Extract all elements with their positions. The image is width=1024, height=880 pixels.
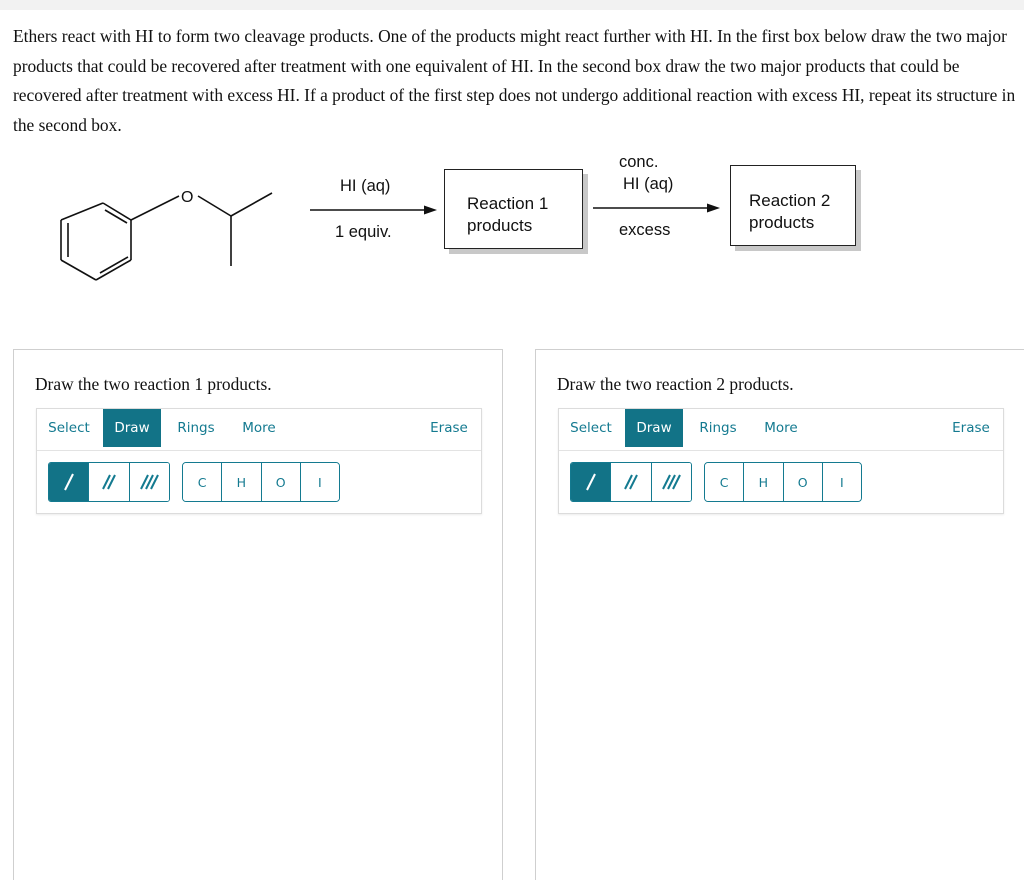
double-bond-button[interactable] [89,463,130,501]
arrow-2 [593,203,720,213]
atom-h-button[interactable]: H [744,463,784,501]
tab-draw[interactable]: Draw [625,409,683,447]
triple-bond-button[interactable] [651,463,691,501]
triple-bond-button[interactable] [129,463,169,501]
drawing-toolbar: Select Draw Rings More Erase C H O I [558,408,1004,514]
arrow2-condition: excess [619,221,671,239]
atom-o-button[interactable]: O [261,463,301,501]
double-bond-icon [624,474,638,490]
bond-tool-group [48,462,170,502]
drawing-canvas[interactable] [558,520,1002,870]
double-bond-icon [102,474,116,490]
oxygen-atom-label: O [181,189,193,206]
single-bond-button[interactable] [49,463,90,501]
atom-i-button[interactable]: I [300,463,339,501]
arrow2-reagent: HI (aq) [623,175,674,193]
single-bond-button[interactable] [571,463,612,501]
tab-more[interactable]: More [753,409,809,447]
tab-rings[interactable]: Rings [689,409,747,447]
single-bond-icon [585,473,596,491]
benzene-ring [60,202,132,281]
top-bar [0,0,1024,10]
arrow1-condition: 1 equiv. [335,223,392,241]
question-text: Ethers react with HI to form two cleavag… [13,26,1016,135]
atom-c-button[interactable]: C [183,463,223,501]
double-bond-button[interactable] [611,463,652,501]
triple-bond-icon [140,474,160,490]
toolbar-tabs: Select Draw Rings More Erase [559,409,1003,451]
box1-line2: products [467,216,533,235]
tab-select[interactable]: Select [559,409,623,447]
reaction1-answer-panel: Draw the two reaction 1 products. Select… [13,349,503,880]
drawing-canvas[interactable] [36,520,480,870]
atom-i-button[interactable]: I [822,463,861,501]
atom-tool-group: C H O I [182,462,340,502]
box2-line2: products [749,213,815,232]
box1-line1: Reaction 1 [467,194,549,213]
tab-more[interactable]: More [231,409,287,447]
box2-line1: Reaction 2 [749,191,831,210]
panel-title: Draw the two reaction 1 products. [35,374,272,394]
erase-button[interactable]: Erase [419,409,479,447]
atom-h-button[interactable]: H [222,463,262,501]
atom-o-button[interactable]: O [783,463,823,501]
tab-select[interactable]: Select [37,409,101,447]
tab-draw[interactable]: Draw [103,409,161,447]
bond-tool-group [570,462,692,502]
atom-c-button[interactable]: C [705,463,745,501]
reaction2-answer-panel: Draw the two reaction 2 products. Select… [535,349,1024,880]
triple-bond-icon [662,474,682,490]
reaction1-products-box: Reaction 1 products [444,169,583,249]
erase-button[interactable]: Erase [941,409,1001,447]
tab-rings[interactable]: Rings [167,409,225,447]
toolbar-tabs: Select Draw Rings More Erase [37,409,481,451]
panel-title: Draw the two reaction 2 products. [557,374,794,394]
arrow2-conc: conc. [619,153,659,171]
drawing-toolbar: Select Draw Rings More Erase C H O I [36,408,482,514]
arrow-1 [310,205,437,215]
reaction2-products-box: Reaction 2 products [730,165,856,246]
arrow1-reagent: HI (aq) [340,177,391,195]
atom-tool-group: C H O I [704,462,862,502]
reaction-scheme: O HI (aq) 1 equiv. Reaction 1 products c… [0,140,1024,300]
isopropyl-chain [130,192,273,266]
single-bond-icon [63,473,74,491]
